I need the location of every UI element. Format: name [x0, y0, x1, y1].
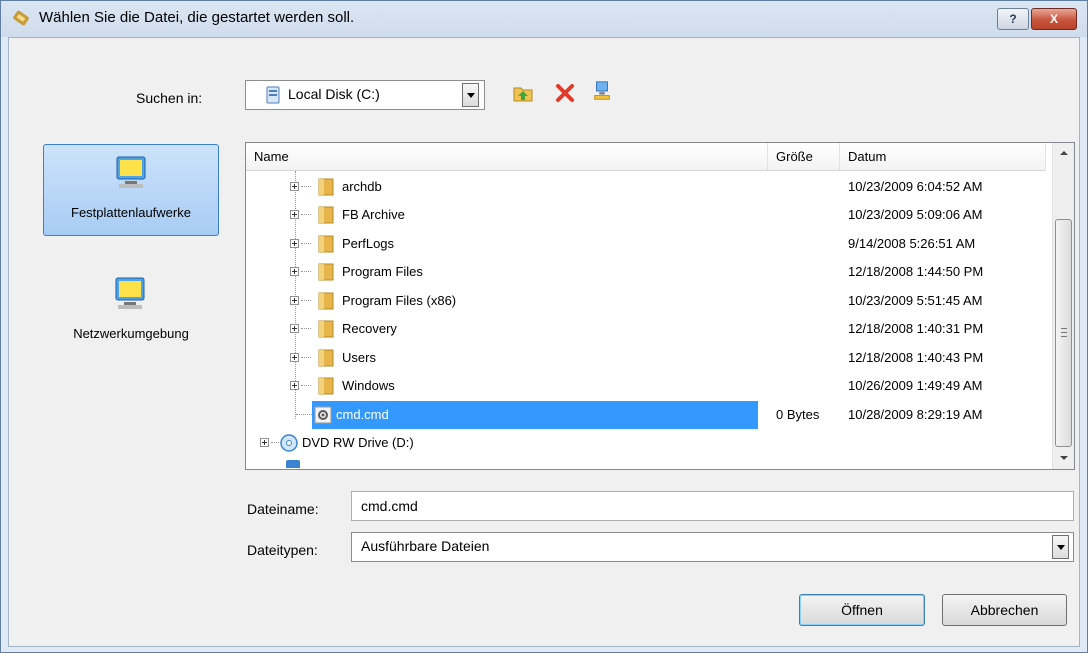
item-name: cmd.cmd	[336, 407, 389, 422]
vertical-scrollbar[interactable]	[1052, 143, 1074, 469]
expand-icon[interactable]	[260, 438, 269, 447]
lookin-dropdown[interactable]: Local Disk (C:)	[245, 80, 485, 110]
place-local-disks[interactable]: Festplattenlaufwerke	[43, 144, 219, 236]
list-item[interactable]: Windows 10/26/2009 1:49:49 AM	[246, 372, 1046, 400]
folder-icon	[318, 178, 334, 196]
item-name: Program Files (x86)	[342, 293, 457, 308]
disk-icon	[266, 86, 280, 104]
item-date: 10/23/2009 5:09:06 AM	[848, 207, 983, 222]
expand-icon[interactable]	[290, 296, 299, 305]
column-name[interactable]: Name	[246, 143, 768, 171]
cancel-button[interactable]: Abbrechen	[942, 594, 1067, 626]
filetype-label: Dateitypen:	[247, 542, 318, 558]
expand-icon[interactable]	[290, 182, 299, 191]
folder-icon	[318, 377, 334, 395]
list-header: Name Größe Datum	[246, 143, 1046, 171]
filename-value: cmd.cmd	[361, 498, 418, 514]
place-label: Festplattenlaufwerke	[71, 205, 191, 220]
folder-up-icon[interactable]	[512, 82, 534, 104]
item-name: FB Archive	[342, 207, 405, 222]
tree-dots	[301, 271, 311, 272]
item-name: Program Files	[342, 264, 423, 279]
folder-icon	[318, 235, 334, 253]
scroll-down-icon[interactable]	[1053, 447, 1074, 469]
column-size[interactable]: Größe	[768, 143, 840, 171]
column-date[interactable]: Datum	[840, 143, 1046, 171]
filetype-dropdown[interactable]: Ausführbare Dateien	[351, 532, 1074, 562]
dialog-body: Suchen in: Local Disk (C:) Festplattenla…	[8, 37, 1080, 647]
item-date: 10/28/2009 8:29:19 AM	[848, 407, 983, 422]
folder-icon	[318, 349, 334, 367]
help-button[interactable]: ?	[997, 8, 1029, 30]
network-icon[interactable]	[591, 80, 613, 102]
filename-field[interactable]: cmd.cmd	[351, 491, 1074, 521]
folder-icon	[318, 206, 334, 224]
folder-icon	[318, 292, 334, 310]
item-date: 12/18/2008 1:40:31 PM	[848, 321, 984, 336]
lookin-label: Suchen in:	[136, 90, 203, 106]
app-icon	[13, 10, 29, 26]
filetype-value: Ausführbare Dateien	[361, 538, 490, 554]
folder-icon	[318, 263, 334, 281]
scroll-thumb[interactable]	[1055, 219, 1072, 447]
expand-icon[interactable]	[290, 267, 299, 276]
delete-icon[interactable]	[554, 82, 576, 104]
list-item[interactable]: FB Archive 10/23/2009 5:09:06 AM	[246, 201, 1046, 229]
filename-label: Dateiname:	[247, 501, 319, 517]
window-title: Wählen Sie die Datei, die gestartet werd…	[39, 9, 355, 26]
item-date: 10/23/2009 6:04:52 AM	[848, 179, 983, 194]
script-file-icon	[314, 406, 332, 424]
list-item-selected[interactable]: cmd.cmd 0 Bytes 10/28/2009 8:29:19 AM	[246, 401, 1046, 429]
list-item[interactable]: DVD RW Drive (D:)	[246, 429, 1046, 457]
item-date: 12/18/2008 1:40:43 PM	[848, 350, 984, 365]
expand-icon[interactable]	[290, 324, 299, 333]
dvd-drive-icon	[280, 434, 298, 452]
chevron-down-icon[interactable]	[462, 83, 479, 107]
item-name: Windows	[342, 378, 395, 393]
place-label: Netzwerkumgebung	[73, 326, 189, 341]
expand-icon[interactable]	[290, 210, 299, 219]
item-date: 10/23/2009 5:51:45 AM	[848, 293, 983, 308]
tree-dots	[301, 243, 311, 244]
file-list[interactable]: Name Größe Datum archdb 10/23/2009 6:04:…	[245, 142, 1075, 470]
expand-icon[interactable]	[290, 381, 299, 390]
expand-icon[interactable]	[290, 353, 299, 362]
file-open-dialog: Wählen Sie die Datei, die gestartet werd…	[0, 0, 1088, 653]
list-item[interactable]: Recovery 12/18/2008 1:40:31 PM	[246, 315, 1046, 343]
computer-icon	[116, 156, 146, 188]
title-bar[interactable]: Wählen Sie die Datei, die gestartet werd…	[1, 1, 1087, 37]
tree-dots	[301, 328, 311, 329]
tree-dots	[301, 186, 311, 187]
network-computer-icon	[115, 277, 145, 309]
partial-drive-icon	[286, 460, 300, 468]
folder-icon	[318, 320, 334, 338]
list-item[interactable]: Users 12/18/2008 1:40:43 PM	[246, 344, 1046, 372]
item-date: 10/26/2009 1:49:49 AM	[848, 378, 983, 393]
list-item[interactable]: archdb 10/23/2009 6:04:52 AM	[246, 173, 1046, 201]
place-network[interactable]: Netzwerkumgebung	[43, 266, 219, 358]
chevron-down-icon[interactable]	[1052, 535, 1069, 559]
tree-dots	[301, 385, 311, 386]
open-button[interactable]: Öffnen	[799, 594, 925, 626]
tree-dots	[301, 357, 311, 358]
item-name: PerfLogs	[342, 236, 395, 251]
expand-icon[interactable]	[290, 239, 299, 248]
item-date: 9/14/2008 5:26:51 AM	[848, 236, 976, 251]
tree-dots	[271, 442, 279, 443]
list-item[interactable]: Program Files 12/18/2008 1:44:50 PM	[246, 258, 1046, 286]
list-item[interactable]: Program Files (x86) 10/23/2009 5:51:45 A…	[246, 287, 1046, 315]
scroll-up-icon[interactable]	[1053, 143, 1074, 165]
item-name: Users	[342, 350, 376, 365]
tree-dots	[301, 300, 311, 301]
item-name: DVD RW Drive (D:)	[302, 435, 414, 450]
item-size: 0 Bytes	[776, 407, 820, 422]
list-item[interactable]: PerfLogs 9/14/2008 5:26:51 AM	[246, 230, 1046, 258]
tree-dots	[301, 214, 311, 215]
lookin-value: Local Disk (C:)	[288, 86, 380, 102]
item-date: 12/18/2008 1:44:50 PM	[848, 264, 984, 279]
item-name: archdb	[342, 179, 382, 194]
grip-icon	[1061, 328, 1067, 337]
close-button[interactable]: X	[1031, 8, 1077, 30]
item-name: Recovery	[342, 321, 397, 336]
